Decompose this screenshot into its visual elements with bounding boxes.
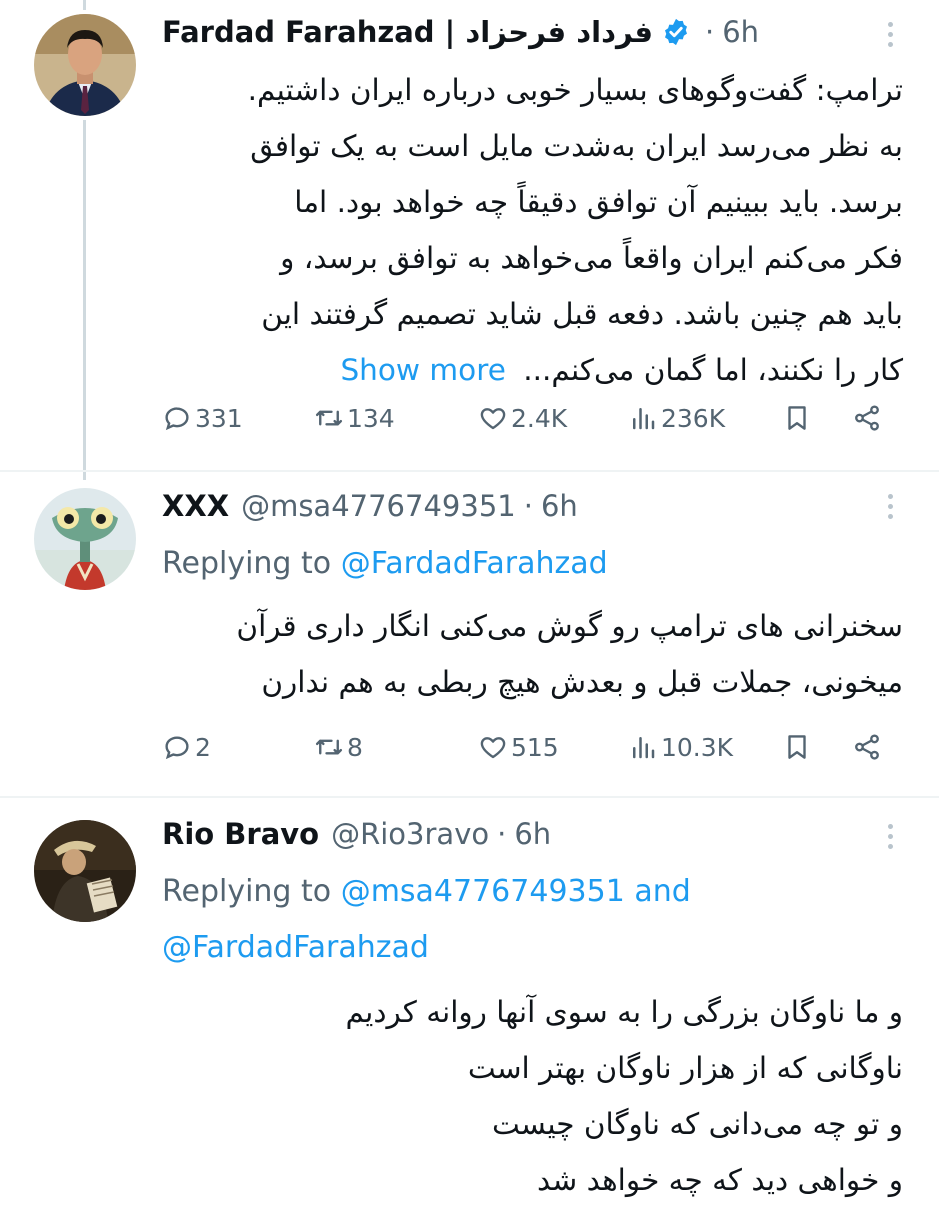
tweet-3-header: Rio Bravo @Rio3ravo · 6h — [162, 812, 899, 856]
tweet-2-header: XXX @msa4776749351 · 6h — [162, 484, 899, 528]
separator-dot: · — [497, 817, 507, 851]
author-handle[interactable]: @msa4776749351 — [241, 489, 516, 523]
separator-dot: · — [523, 489, 533, 523]
reply-count: 331 — [195, 403, 243, 433]
text-line: باید هم چنین باشد. دفعه قبل شاید تصمیم گ… — [261, 297, 903, 331]
views-icon — [633, 408, 655, 430]
views-button[interactable]: 236K — [628, 398, 725, 438]
tweet-3-text: و ما ناوگان بزرگی را به سوی آنها روانه ک… — [162, 984, 903, 1208]
more-options-icon[interactable] — [885, 22, 895, 47]
more-options-icon[interactable] — [885, 824, 895, 849]
author-handle[interactable]: @Rio3ravo — [331, 817, 489, 851]
share-icon — [855, 405, 879, 431]
repost-icon — [315, 410, 343, 426]
like-button[interactable]: 515 — [478, 727, 559, 767]
author-name[interactable]: XXX — [162, 489, 229, 523]
avatar-xxx[interactable] — [34, 488, 136, 590]
reply-count: 2 — [195, 732, 211, 762]
more-options-icon[interactable] — [885, 494, 895, 519]
share-button[interactable] — [852, 727, 885, 767]
repost-count: 8 — [347, 732, 363, 762]
replying-to-handle[interactable]: @FardadFarahzad — [341, 546, 608, 581]
reply-button[interactable]: 331 — [162, 398, 243, 438]
like-count: 2.4K — [511, 403, 568, 433]
text-line: کار را نکنند، اما گمان می‌کنم... — [523, 353, 903, 387]
avatar-rio-bravo[interactable] — [34, 820, 136, 922]
replying-to: Replying to @FardadFarahzad — [162, 536, 608, 592]
tweet-1-text: ترامپ: گفت‌وگوهای بسیار خوبی درباره ایرا… — [162, 62, 903, 398]
share-button[interactable] — [852, 398, 885, 438]
text-line: ناوگانی که از هزار ناوگان بهتر است — [467, 1051, 903, 1085]
tweet-3[interactable]: Rio Bravo @Rio3ravo · 6h Replying to @ms… — [0, 798, 939, 1200]
tweet-1[interactable]: Fardad Farahzad | فرداد فرحزاد · 6h ترام… — [0, 0, 939, 470]
show-more-link[interactable]: Show more — [340, 353, 505, 387]
text-line: میخونی، جملات قبل و بعدش هیچ ربطی به هم … — [261, 665, 903, 699]
heart-icon — [480, 737, 506, 759]
heart-icon — [480, 408, 506, 430]
tweet-1-actions: 331 134 2.4K 236K — [162, 398, 899, 438]
author-name[interactable]: Fardad Farahzad | فرداد فرحزاد — [162, 15, 653, 49]
views-count: 10.3K — [661, 732, 734, 762]
replying-and: and — [634, 874, 691, 909]
text-line: و تو چه می‌دانی که ناوگان چیست — [492, 1107, 903, 1141]
bookmark-button[interactable] — [782, 398, 815, 438]
like-count: 515 — [511, 732, 559, 762]
text-line-last: کار را نکنند، اما گمان می‌کنم... Show mo… — [162, 342, 903, 398]
reply-icon — [165, 407, 189, 431]
repost-icon — [315, 739, 343, 755]
replying-to-handle[interactable]: @FardadFarahzad — [162, 930, 429, 965]
bookmark-button[interactable] — [782, 727, 815, 767]
repost-button[interactable]: 134 — [314, 398, 395, 438]
text-line: به نظر می‌رسد ایران به‌شدت مایل است به ی… — [250, 129, 903, 163]
repost-button[interactable]: 8 — [314, 727, 363, 767]
tweet-2[interactable]: XXX @msa4776749351 · 6h Replying to @Far… — [0, 472, 939, 792]
tweet-2-text: سخنرانی های ترامپ رو گوش می‌کنی انگار دا… — [162, 598, 903, 710]
avatar-fardad[interactable] — [34, 14, 136, 116]
timestamp[interactable]: 6h — [514, 817, 551, 851]
text-line: برسد. باید ببینیم آن توافق دقیقاً چه خوا… — [294, 185, 903, 219]
replying-label: Replying to — [162, 546, 332, 581]
bookmark-icon — [788, 735, 806, 759]
verified-badge-icon — [664, 18, 687, 46]
timestamp[interactable]: 6h — [541, 489, 578, 523]
reply-button[interactable]: 2 — [162, 727, 211, 767]
views-icon — [633, 737, 655, 759]
text-line: فکر می‌کنم ایران واقعاً می‌خواهد به تواف… — [280, 241, 903, 275]
views-count: 236K — [661, 403, 726, 433]
views-button[interactable]: 10.3K — [628, 727, 733, 767]
author-name[interactable]: Rio Bravo — [162, 817, 319, 851]
replying-to: Replying to @msa4776749351 and @FardadFa… — [162, 864, 691, 976]
like-button[interactable]: 2.4K — [478, 398, 567, 438]
separator-dot: · — [704, 15, 715, 49]
replying-to-handle[interactable]: @msa4776749351 — [341, 874, 625, 909]
timestamp[interactable]: 6h — [722, 15, 759, 49]
repost-count: 134 — [347, 403, 395, 433]
replying-line-2: @FardadFarahzad — [162, 920, 691, 976]
replying-label: Replying to — [162, 874, 332, 909]
tweet-2-actions: 2 8 515 10.3K — [162, 727, 899, 767]
tweet-1-header: Fardad Farahzad | فرداد فرحزاد · 6h — [162, 10, 899, 54]
text-line: و ما ناوگان بزرگی را به سوی آنها روانه ک… — [345, 995, 903, 1029]
reply-icon — [165, 736, 189, 760]
text-line: ترامپ: گفت‌وگوهای بسیار خوبی درباره ایرا… — [247, 73, 903, 107]
bookmark-icon — [788, 406, 806, 430]
replying-line-1: Replying to @msa4776749351 and — [162, 864, 691, 920]
text-line: سخنرانی های ترامپ رو گوش می‌کنی انگار دا… — [236, 609, 903, 643]
share-icon — [855, 734, 879, 760]
